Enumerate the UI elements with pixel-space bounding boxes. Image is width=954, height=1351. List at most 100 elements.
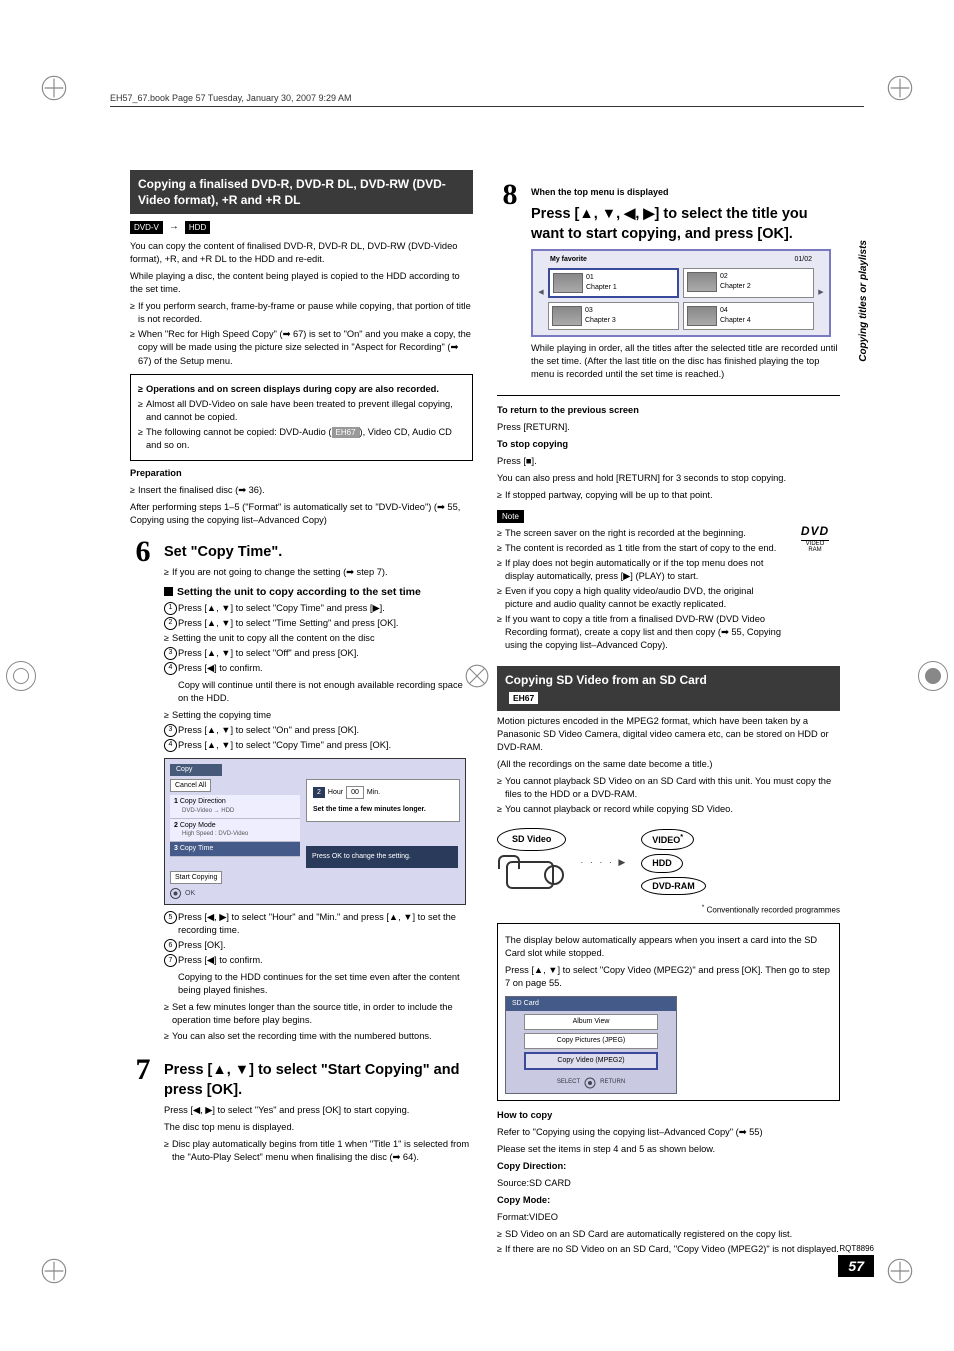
label: Copy Mode:: [497, 1194, 840, 1207]
body-text: Press [■].: [497, 455, 840, 468]
body-text: Motion pictures encoded in the MPEG2 for…: [497, 715, 840, 754]
sub-heading: To stop copying: [497, 438, 840, 451]
section-tab: Copying titles or playlists: [858, 240, 876, 362]
step-number: 7: [130, 1055, 156, 1085]
bullet-item: Setting the copying time: [164, 709, 473, 722]
num-step: 6Press [OK].: [164, 939, 473, 952]
body-text: While playing in order, all the titles a…: [531, 342, 840, 381]
triangle-right-icon: ▶: [816, 288, 826, 298]
num-step: 2Press [▲, ▼] to select "Time Setting" a…: [164, 617, 473, 630]
cancel-all-button: Cancel All: [170, 779, 211, 793]
page-number: 57: [838, 1255, 874, 1277]
body-text: Press [▲, ▼] to select "Copy Video (MPEG…: [505, 964, 832, 990]
value: Source:SD CARD: [497, 1177, 840, 1190]
body-text: Press [◀, ▶] to select "Yes" and press […: [164, 1104, 473, 1117]
num-step: 3Press [▲, ▼] to select "On" and press […: [164, 724, 473, 737]
model-chip: EH67: [332, 427, 360, 438]
num-step: 5Press [◀, ▶] to select "Hour" and "Min.…: [164, 911, 473, 937]
min-value: 00: [346, 786, 364, 800]
body-text: You can also press and hold [RETURN] for…: [497, 472, 840, 485]
value: Format:VIDEO: [497, 1211, 840, 1224]
label: Copy Direction:: [497, 1160, 840, 1173]
ok-icon: [170, 888, 181, 899]
bullet-item: You cannot playback or record while copy…: [497, 803, 840, 816]
content-columns: Copying a finalised DVD-R, DVD-R DL, DVD…: [130, 170, 840, 1258]
num-step: 1Press [▲, ▼] to select "Copy Time" and …: [164, 602, 473, 615]
oval-dvd-ram: DVD-RAM: [641, 877, 706, 896]
media-flow: DVD-V → HDD: [130, 220, 473, 234]
media-chip-dvdv: DVD-V: [130, 221, 163, 234]
footnote: Conventionally recorded programmes: [707, 905, 840, 914]
section-heading: Copying SD Video from an SD Card EH67: [497, 666, 840, 710]
body-text: The display below automatically appears …: [505, 934, 832, 960]
bullet-item: If you perform search, frame-by-frame or…: [130, 300, 473, 326]
bullet-item: When "Rec for High Speed Copy" (➡ 67) is…: [130, 328, 473, 367]
bullet-item: If there are no SD Video on an SD Card, …: [497, 1243, 840, 1256]
corner-decoration: [886, 1257, 914, 1285]
bullet-item: You can also set the recording time with…: [164, 1030, 473, 1043]
bullet-item: If you are not going to change the setti…: [164, 566, 473, 579]
note-chip: Note: [497, 510, 524, 523]
manual-page: EH57_67.book Page 57 Tuesday, January 30…: [0, 0, 954, 1351]
condition-label: When the top menu is displayed: [531, 186, 840, 199]
menu-cell: 02Chapter 2: [683, 268, 814, 298]
triangle-left-icon: ◀: [536, 288, 546, 298]
corner-decoration: [40, 1257, 68, 1285]
pdf-header: EH57_67.book Page 57 Tuesday, January 30…: [110, 90, 864, 107]
sub-heading: How to copy: [497, 1109, 840, 1122]
bullet-item: Setting the unit to copy all the content…: [164, 632, 473, 645]
bullet-item: The content is recorded as 1 title from …: [497, 542, 782, 555]
menu-cell: 04Chapter 4: [683, 302, 814, 330]
model-chip: EH67: [509, 692, 538, 704]
intro-text: While playing a disc, the content being …: [130, 270, 473, 296]
doc-code: RQT8896: [839, 1244, 874, 1253]
note-box: Operations and on screen displays during…: [130, 374, 473, 461]
hour-value: 2: [313, 787, 325, 799]
bullet-item: Almost all DVD-Video on sale have been t…: [138, 398, 465, 424]
left-column: Copying a finalised DVD-R, DVD-R DL, DVD…: [130, 170, 473, 1258]
bullet-item: If play does not begin automatically or …: [497, 557, 782, 583]
menu-option-selected: Copy Video (MPEG2): [524, 1052, 658, 1070]
menu-option: Album View: [524, 1014, 658, 1030]
corner-decoration: [40, 74, 68, 102]
bullet-item: SD Video on an SD Card are automatically…: [497, 1228, 840, 1241]
body-text: Copying to the HDD continues for the set…: [164, 971, 473, 997]
num-step: 4Press [▲, ▼] to select "Copy Time" and …: [164, 739, 473, 752]
sd-diagram: SD Video · · · · ▶ VIDEO* HDD DVD-RAM: [497, 828, 840, 897]
arrow-icon: →: [169, 220, 179, 234]
corner-decoration: [886, 74, 914, 102]
body-text: Refer to "Copying using the copying list…: [497, 1126, 840, 1139]
bullet-item: Operations and on screen displays during…: [138, 383, 465, 396]
time-panel: 2 Hour 00 Min. Set the time a few minute…: [306, 779, 460, 823]
list-item-active: 3 Copy Time: [170, 842, 300, 857]
body-text: Please set the items in step 4 and 5 as …: [497, 1143, 840, 1156]
step-title: Press [▲, ▼, ◀, ▶] to select the title y…: [531, 204, 840, 245]
bullet-item: Disc play automatically begins from titl…: [164, 1138, 473, 1164]
start-copying-button: Start Copying: [170, 871, 222, 885]
step-6: 6 Set "Copy Time". If you are not going …: [130, 537, 473, 1045]
bullet-item: You cannot playback SD Video on an SD Ca…: [497, 775, 840, 801]
step-number: 8: [497, 180, 523, 210]
num-step: 3Press [▲, ▼] to select "Off" and press …: [164, 647, 473, 660]
menu-cell: 03Chapter 3: [548, 302, 679, 330]
oval-video: VIDEO*: [641, 829, 694, 850]
body-text: Copy will continue until there is not en…: [164, 679, 473, 705]
step-8: 8 When the top menu is displayed Press […: [497, 180, 840, 385]
ui-footer: Press OK to change the setting.: [306, 846, 458, 868]
prep-heading: Preparation: [130, 467, 473, 480]
sub-heading: To return to the previous screen: [497, 404, 840, 417]
bullet-item: Even if you copy a high quality video/au…: [497, 585, 782, 611]
step-title: Set "Copy Time".: [164, 542, 473, 562]
list-item: 1 Copy DirectionDVD-Video → HDD: [170, 795, 300, 818]
body-text: Press [RETURN].: [497, 421, 840, 434]
step-number: 6: [130, 537, 156, 567]
bullet-item: Insert the finalised disc (➡ 36).: [130, 484, 473, 497]
bullet-item: The screen saver on the right is recorde…: [497, 527, 782, 540]
bullet-item: The following cannot be copied: DVD-Audi…: [138, 426, 465, 452]
right-column: 8 When the top menu is displayed Press […: [497, 170, 840, 1258]
bullet-item: Set a few minutes longer than the source…: [164, 1001, 473, 1027]
oval-hdd: HDD: [641, 854, 683, 873]
menu-cell: 01Chapter 1: [548, 268, 679, 298]
bullet-item: If stopped partway, copying will be up t…: [497, 489, 840, 502]
dvd-logo: DVD VIDEO RAM: [790, 523, 840, 553]
